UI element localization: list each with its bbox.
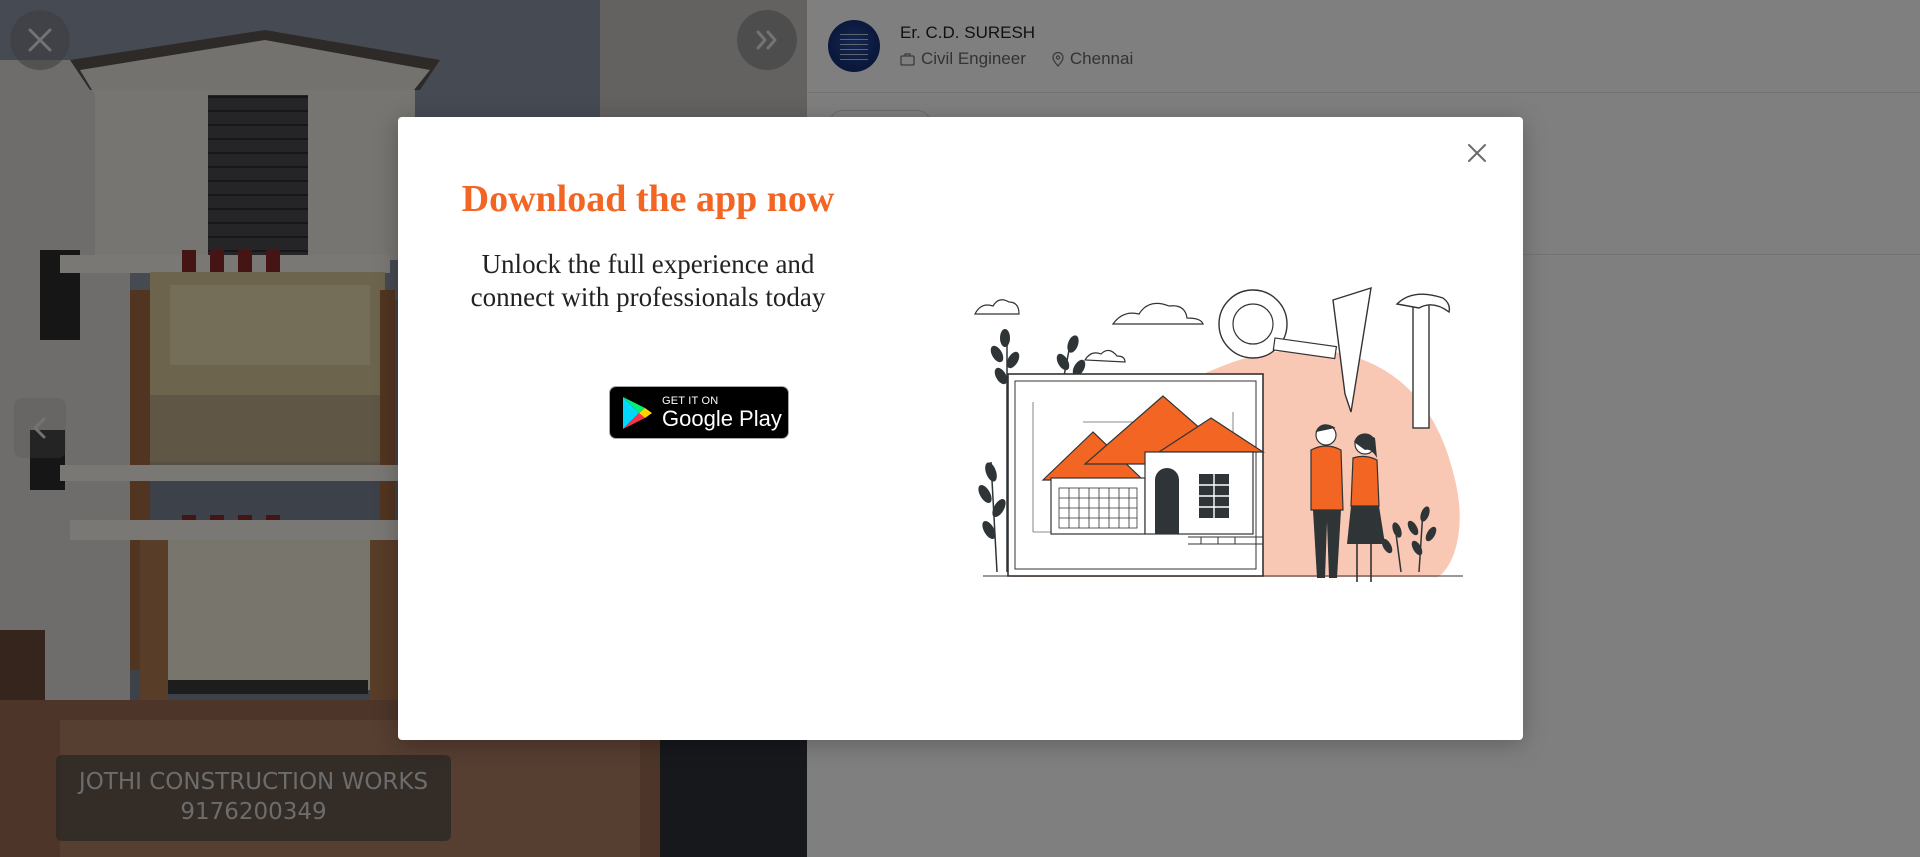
modal-close-button[interactable] <box>1461 137 1493 169</box>
google-play-icon <box>623 396 652 429</box>
google-play-small-text: GET IT ON <box>662 394 719 407</box>
modal-subtitle: Unlock the full experience and connect w… <box>458 248 838 314</box>
close-icon <box>1468 144 1486 162</box>
google-play-badge[interactable]: GET IT ON Google Play <box>609 386 789 439</box>
google-play-text: GET IT ON Google Play <box>662 395 782 431</box>
house-couple-illustration <box>974 286 1463 582</box>
modal-subtitle-line2: connect with professionals today <box>470 282 826 312</box>
download-app-modal: Download the app now Unlock the full exp… <box>398 117 1523 740</box>
google-play-big-text: Google Play <box>662 405 782 431</box>
modal-subtitle-line1: Unlock the full experience and <box>481 249 815 279</box>
modal-title: Download the app now <box>461 178 835 220</box>
